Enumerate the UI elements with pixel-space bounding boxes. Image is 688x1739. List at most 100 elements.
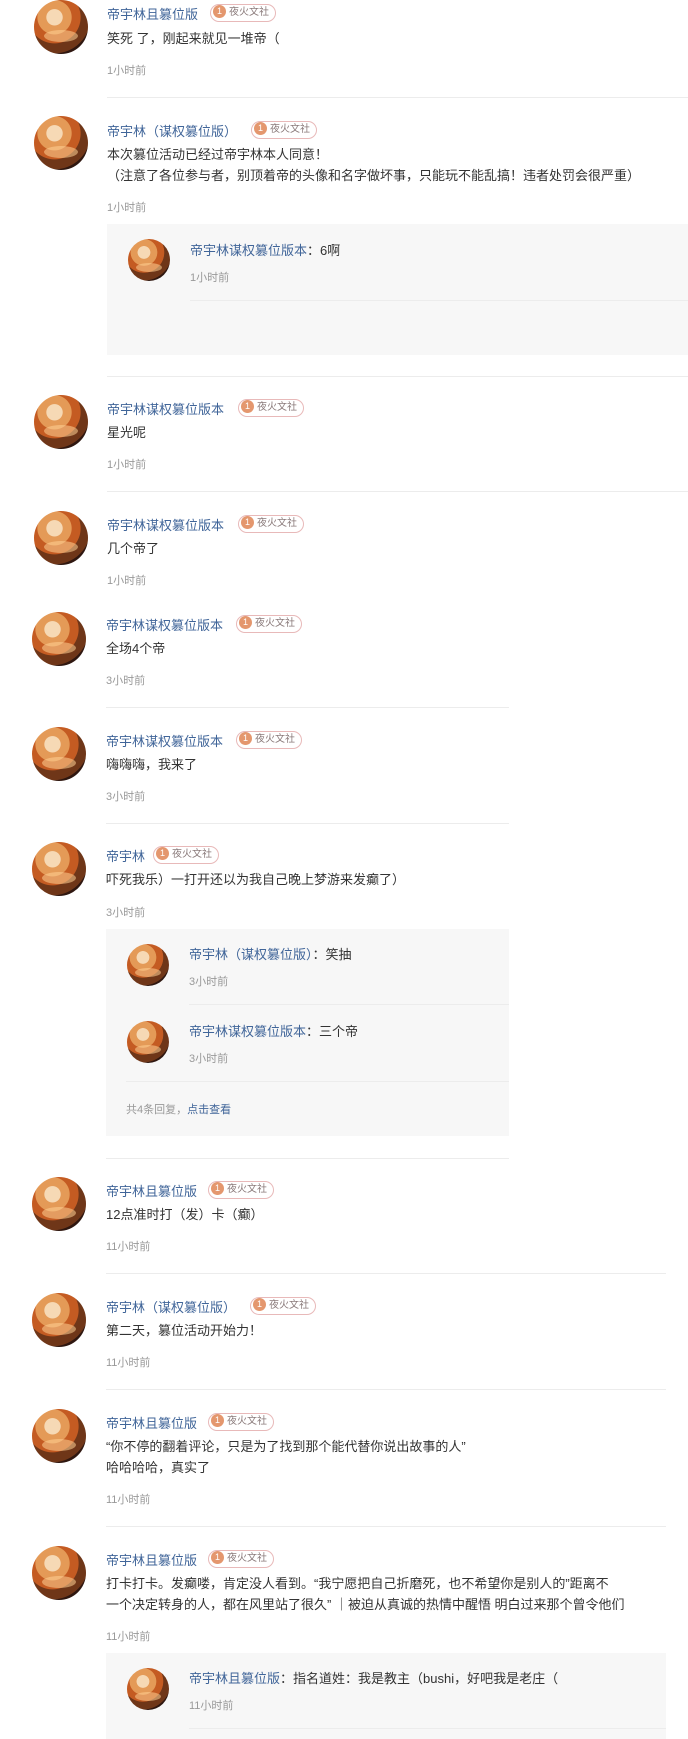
- comment-text: 吓死我乐）一打开还以为我自己晚上梦游来发癫了）: [106, 872, 406, 887]
- level-icon: 1: [241, 516, 254, 529]
- comment-text: （注意了各位参与者，别顶着帝的头像和名字做坏事，只能玩不能乱搞！违者处罚会很严重…: [107, 168, 641, 183]
- badge-label: 夜火文社: [257, 518, 297, 529]
- comment-time: 1小时前: [107, 65, 147, 77]
- level-icon: 1: [213, 5, 226, 18]
- reply-text: 帝宇林谋权篡位版本：三个帝: [189, 1024, 359, 1039]
- comment-username[interactable]: 帝宇林且篡位版: [106, 1413, 197, 1432]
- comment-text: 第二天，篡位活动开始力！: [106, 1323, 263, 1338]
- level-icon: 1: [239, 732, 252, 745]
- comment-username[interactable]: 帝宇林谋权篡位版本: [106, 731, 223, 750]
- reply-text: 帝宇林且篡位版：指名道姓：我是教主（bushi，好吧我是老庄（: [189, 1671, 559, 1686]
- avatar[interactable]: [34, 0, 88, 54]
- divider: [189, 1728, 666, 1729]
- divider: [106, 1526, 666, 1527]
- avatar[interactable]: [32, 1293, 86, 1347]
- comment-time: 1小时前: [107, 459, 147, 471]
- reply-username[interactable]: 帝宇林且篡位版: [189, 1671, 280, 1686]
- comment-text: 本次篡位活动已经过帝宇林本人同意！: [107, 147, 329, 162]
- reply-username[interactable]: 帝宇林谋权篡位版本: [190, 243, 307, 258]
- avatar[interactable]: [32, 1546, 86, 1600]
- reply-content: 笑抽: [325, 947, 352, 962]
- view-more-link[interactable]: 点击查看: [187, 1104, 231, 1116]
- badge-label: 夜火文社: [172, 849, 212, 860]
- level-badge: 1 夜火文社: [251, 121, 317, 139]
- level-icon: 1: [211, 1182, 224, 1195]
- comment-time: 3小时前: [106, 675, 146, 687]
- comment-time: 3小时前: [106, 907, 146, 919]
- level-icon: 1: [254, 122, 267, 135]
- comment-text: “你不停的翻着评论，只是为了找到那个能代替你说出故事的人”: [106, 1439, 466, 1454]
- divider: [106, 1273, 666, 1274]
- divider: [106, 823, 509, 824]
- level-icon: 1: [156, 847, 169, 860]
- level-icon: 1: [211, 1414, 224, 1427]
- badge-label: 夜火文社: [227, 1184, 267, 1195]
- avatar[interactable]: [32, 1177, 86, 1231]
- reply-panel: 帝宇林且篡位版：指名道姓：我是教主（bushi，好吧我是老庄（ 11小时前: [106, 1653, 666, 1739]
- comment-text: 全场4个帝: [106, 641, 166, 656]
- comment-block-upper: 帝宇林且篡位版 1 夜火文社 笑死 了，刚起来就见一堆帝（ 1小时前 帝宇林（谋权…: [0, 0, 688, 594]
- reply-username[interactable]: 帝宇林（谋权篡位版）: [189, 947, 313, 962]
- comment-username[interactable]: 帝宇林且篡位版: [107, 4, 198, 23]
- comment-username[interactable]: 帝宇林谋权篡位版本: [106, 615, 223, 634]
- comment-time: 11小时前: [106, 1631, 151, 1643]
- reply-text: 帝宇林（谋权篡位版）：笑抽: [189, 947, 352, 962]
- reply-username[interactable]: 帝宇林谋权篡位版本: [189, 1024, 306, 1039]
- level-badge: 1 夜火文社: [208, 1550, 274, 1568]
- reply-panel: 帝宇林（谋权篡位版）：笑抽 3小时前 帝宇林谋权篡位版本：三个帝 3小时前 共4…: [106, 929, 509, 1136]
- level-icon: 1: [239, 616, 252, 629]
- avatar[interactable]: [34, 116, 88, 170]
- comment-time: 11小时前: [106, 1494, 151, 1506]
- level-badge: 1 夜火文社: [208, 1181, 274, 1199]
- comment-text: 嗨嗨嗨，我来了: [106, 757, 198, 772]
- comment-text: 打卡打卡。发癫喽，肯定没人看到。“我宁愿把自己折磨死，也不希望你是别人的”距离不: [106, 1576, 609, 1591]
- comment-block-lower: 帝宇林且篡位版 1 夜火文社 12点准时打（发）卡（癫） 11小时前 帝宇林（谋权…: [0, 1158, 666, 1739]
- badge-label: 夜火文社: [270, 124, 310, 135]
- comment-text: 12点准时打（发）卡（癫）: [106, 1207, 264, 1222]
- avatar[interactable]: [128, 239, 170, 281]
- reply-time: 1小时前: [190, 272, 230, 284]
- avatar[interactable]: [32, 842, 86, 896]
- level-badge: 1 夜火文社: [250, 1297, 316, 1315]
- reply-time: 3小时前: [189, 976, 229, 988]
- comment-text: 笑死 了，刚起来就见一堆帝（: [107, 31, 280, 46]
- level-badge: 1 夜火文社: [236, 731, 302, 749]
- reply-time: 3小时前: [189, 1053, 229, 1065]
- comment-username[interactable]: 帝宇林（谋权篡位版）: [107, 121, 237, 140]
- comment-time: 3小时前: [106, 791, 146, 803]
- reply-content: 6啊: [320, 243, 341, 258]
- avatar[interactable]: [34, 511, 88, 565]
- avatar[interactable]: [127, 1668, 169, 1710]
- badge-label: 夜火文社: [257, 402, 297, 413]
- level-badge: 1 夜火文社: [236, 615, 302, 633]
- reply-content: 三个帝: [319, 1024, 359, 1039]
- comment-username[interactable]: 帝宇林且篡位版: [106, 1550, 197, 1569]
- comment-text: 一个决定转身的人，都在风里站了很久” ｜被迫从真诚的热情中醒悟 明白过来那个曾令…: [106, 1597, 625, 1612]
- badge-label: 夜火文社: [255, 734, 295, 745]
- divider: [107, 376, 688, 377]
- divider: [126, 1081, 509, 1082]
- reply-time: 11小时前: [189, 1700, 234, 1712]
- more-replies: 共4条回复，点击查看: [126, 1101, 231, 1117]
- avatar[interactable]: [32, 1409, 86, 1463]
- avatar[interactable]: [32, 727, 86, 781]
- comment-username[interactable]: 帝宇林（谋权篡位版）: [106, 1297, 236, 1316]
- reply-content: 指名道姓：我是教主（bushi，好吧我是老庄（: [293, 1671, 559, 1686]
- avatar[interactable]: [127, 1021, 169, 1063]
- divider: [107, 97, 688, 98]
- comment-username[interactable]: 帝宇林谋权篡位版本: [107, 515, 224, 534]
- comment-text: 哈哈哈哈，真实了: [106, 1460, 211, 1475]
- divider: [107, 491, 688, 492]
- badge-label: 夜火文社: [227, 1553, 267, 1564]
- comment-username[interactable]: 帝宇林且篡位版: [106, 1181, 197, 1200]
- avatar[interactable]: [32, 612, 86, 666]
- comment-text: 几个帝了: [107, 541, 160, 556]
- level-icon: 1: [253, 1298, 266, 1311]
- avatar[interactable]: [34, 395, 88, 449]
- comment-username[interactable]: 帝宇林: [106, 846, 145, 865]
- comment-username[interactable]: 帝宇林谋权篡位版本: [107, 399, 224, 418]
- comment-time: 11小时前: [106, 1241, 151, 1253]
- level-badge: 1 夜火文社: [210, 4, 276, 22]
- reply-panel: 帝宇林谋权篡位版本：6啊 1小时前: [107, 224, 688, 355]
- avatar[interactable]: [127, 944, 169, 986]
